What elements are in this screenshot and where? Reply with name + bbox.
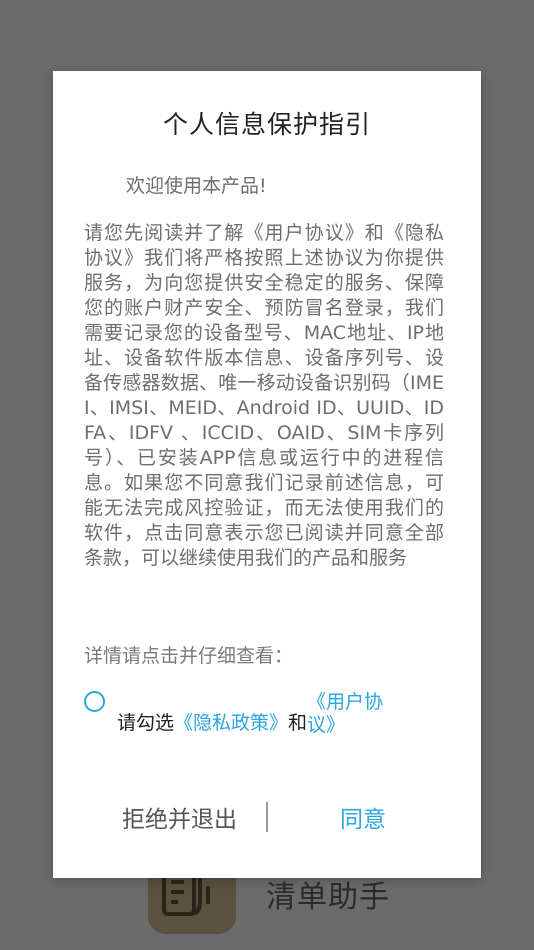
- privacy-dialog: 个人信息保护指引 欢迎使用本产品! 请您先阅读并了解《用户协议》和《隐私协议》我…: [53, 71, 481, 878]
- radio-unchecked-icon[interactable]: [84, 691, 105, 712]
- welcome-text: 欢迎使用本产品!: [126, 175, 267, 197]
- agreement-row: 请勾选 《隐私政策》 和 《用户协议》: [84, 691, 454, 737]
- dialog-actions: 拒绝并退出 同意: [53, 800, 481, 836]
- details-hint: 详情请点击并仔细查看：: [84, 645, 294, 667]
- agreement-text: 请勾选 《隐私政策》 和 《用户协议》: [117, 691, 389, 737]
- policy-body-text: 请您先阅读并了解《用户协议》和《隐私协议》我们将严格按照上述协议为你提供服务，为…: [84, 222, 444, 569]
- user-agreement-link[interactable]: 《用户协议》: [307, 691, 389, 737]
- background-app-name: 清单助手: [266, 880, 390, 915]
- agreement-and: 和: [288, 712, 308, 734]
- reject-exit-button[interactable]: 拒绝并退出: [116, 800, 243, 836]
- dialog-title: 个人信息保护指引: [162, 110, 371, 139]
- agree-button[interactable]: 同意: [334, 800, 392, 836]
- action-divider: [266, 802, 268, 832]
- privacy-policy-link[interactable]: 《隐私政策》: [174, 712, 288, 737]
- agreement-prefix: 请勾选: [117, 712, 175, 734]
